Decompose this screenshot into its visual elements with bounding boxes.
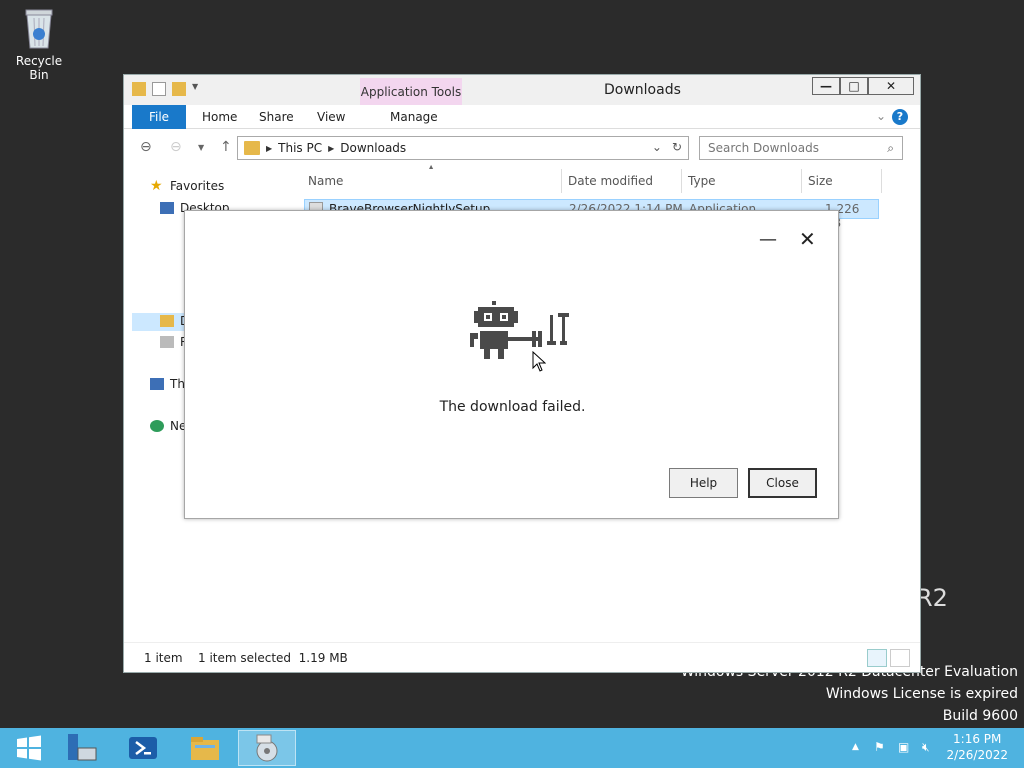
nav-label-favorites: Favorites [170,179,225,193]
application-tools-tab-group: Application Tools [360,78,462,105]
breadcrumb-arrow-icon[interactable]: ▶ [328,144,334,153]
breadcrumb-downloads[interactable]: Downloads [340,141,406,155]
recent-places-icon [160,336,174,348]
taskbar: ▲ ⚑ ▣ 🔇︎ 1:16 PM 2/26/2022 [0,728,1024,768]
windows-logo-icon [17,735,41,761]
expand-ribbon-icon[interactable]: ⌄ [876,109,886,123]
file-explorer-button[interactable] [176,730,234,766]
quick-access-toolbar: ▼ [132,82,200,96]
explorer-titlebar[interactable]: ▼ Application Tools Downloads — □ ✕ [124,75,920,105]
installer-icon [256,734,278,762]
watermark-license: Windows License is expired [825,686,1018,702]
star-icon: ★ [150,178,163,194]
downloads-icon [160,315,174,327]
tab-home[interactable]: Home [188,105,251,129]
server-manager-button[interactable] [52,730,110,766]
window-title: Downloads [604,82,681,98]
column-header-size[interactable]: Size [802,169,882,193]
search-input[interactable]: Search Downloads ⌕ [699,136,903,160]
nav-item-favorites[interactable]: ★ Favorites [150,179,224,193]
folder-down-icon[interactable] [132,82,146,96]
action-center-flag-icon[interactable]: ⚑ [874,740,885,754]
clock[interactable]: 1:16 PM 2/26/2022 [946,731,1008,763]
breadcrumb-this-pc[interactable]: This PC [278,141,322,155]
maximize-button[interactable]: □ [840,77,868,95]
watermark-build: Build 9600 [942,708,1018,724]
close-button[interactable]: ✕ [868,77,914,95]
show-hidden-icons-icon[interactable]: ▲ [852,742,859,752]
ribbon-tabs: File Home Share View Manage ⌄ ? [124,105,920,129]
status-bar: 1 item 1 item selected 1.19 MB [124,642,920,672]
column-header-date-modified[interactable]: Date modified [562,169,682,193]
setup-installer-button[interactable] [238,730,296,766]
refresh-icon[interactable]: ↻ [672,140,682,154]
address-dropdown-icon[interactable]: ⌄ [652,140,662,154]
volume-muted-icon[interactable]: 🔇︎ [922,740,930,755]
tab-file[interactable]: File [132,105,186,129]
clock-time: 1:16 PM [953,732,1002,746]
download-failed-dialog: — ✕ The download failed. Help Close [184,210,839,519]
search-placeholder: Search Downloads [708,141,819,155]
network-tray-icon[interactable]: ▣ [898,740,909,754]
new-folder-icon[interactable] [172,82,186,96]
forward-icon[interactable]: ⊖ [170,139,182,155]
recycle-bin[interactable]: Recycle Bin [8,6,70,82]
nav-label-this-pc: Th [170,377,185,391]
dialog-minimize-button[interactable]: — [759,229,777,250]
recycle-bin-icon [22,6,56,50]
properties-icon[interactable] [152,82,166,96]
powershell-icon [129,737,157,759]
mouse-cursor-icon [532,350,547,376]
downloads-folder-icon [244,141,260,155]
navigation-bar: ⊖ ⊖ ▼ ↑ ▶ This PC ▶ Downloads ⌄ ↻ Search… [124,129,920,167]
powershell-button[interactable] [114,730,172,766]
tab-view[interactable]: View [303,105,359,129]
status-selection: 1 item selected 1.19 MB [198,651,348,665]
address-bar[interactable]: ▶ This PC ▶ Downloads ⌄ ↻ [237,136,689,160]
tab-share[interactable]: Share [245,105,308,129]
up-icon[interactable]: ↑ [220,139,232,155]
details-view-icon[interactable] [867,649,887,667]
folder-icon [191,737,219,760]
search-icon[interactable]: ⌕ [887,137,894,159]
dialog-close-button[interactable]: ✕ [799,227,816,251]
nav-item-this-pc[interactable]: Th [150,377,185,391]
recycle-bin-label: Recycle Bin [15,54,63,82]
minimize-button[interactable]: — [812,77,840,95]
computer-icon [150,378,164,390]
close-dialog-button[interactable]: Close [748,468,817,498]
help-button[interactable]: Help [669,468,738,498]
address-controls: ⌄ ↻ [652,140,682,154]
recent-locations-icon[interactable]: ▼ [198,143,204,152]
desktop-icon [160,202,174,214]
robot-with-tools-icon [470,299,574,366]
qat-dropdown-icon[interactable]: ▼ [192,82,200,96]
nav-item-network[interactable]: Ne [150,419,186,433]
large-icons-view-icon[interactable] [890,649,910,667]
network-icon [150,420,164,432]
window-controls: — □ ✕ [812,77,914,95]
start-button[interactable] [0,730,58,766]
breadcrumb-arrow-icon[interactable]: ▶ [266,144,272,153]
status-item-count: 1 item [144,651,183,665]
tab-manage[interactable]: Manage [376,105,452,129]
column-header-name[interactable]: Name [302,169,562,193]
server-manager-icon [68,734,97,761]
clock-date: 2/26/2022 [946,748,1008,762]
help-icon[interactable]: ? [892,109,908,125]
back-icon[interactable]: ⊖ [140,139,152,155]
column-header-type[interactable]: Type [682,169,802,193]
dialog-message: The download failed. [439,399,586,415]
